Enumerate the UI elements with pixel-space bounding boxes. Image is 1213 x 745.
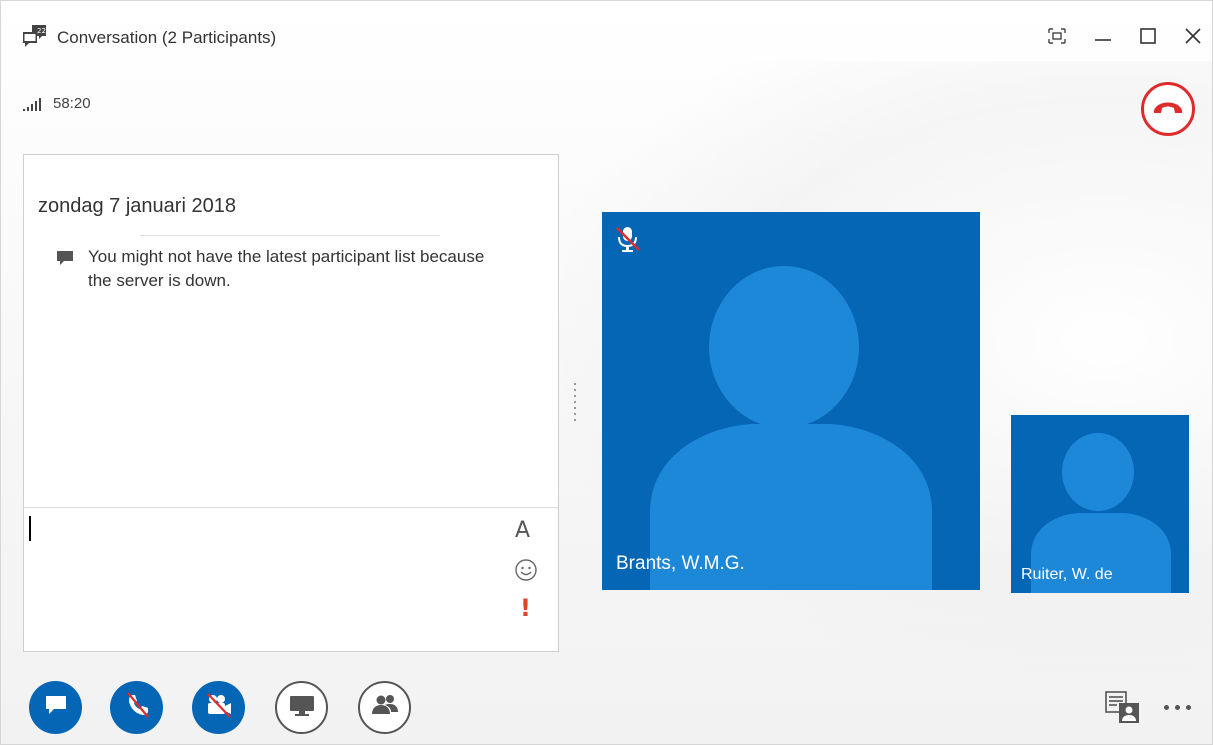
svg-text:22: 22 — [37, 27, 46, 35]
audio-muted-icon — [122, 690, 152, 725]
system-message-icon — [56, 250, 74, 266]
hang-up-icon — [1152, 98, 1184, 121]
call-timer: 58:20 — [53, 95, 91, 112]
participant-name: Brants, W.M.G. — [616, 553, 745, 574]
im-button[interactable] — [29, 681, 82, 734]
close-icon[interactable] — [1182, 25, 1204, 47]
layout-view-icon[interactable] — [1105, 691, 1141, 725]
conversation-window: 22 Conversation (2 Participants) 58:20 z… — [0, 0, 1213, 745]
present-button[interactable] — [275, 681, 328, 734]
video-off-icon — [204, 691, 234, 724]
window-title: Conversation (2 Participants) — [57, 28, 277, 47]
muted-mic-icon — [614, 224, 642, 254]
maximize-icon[interactable] — [1137, 25, 1159, 47]
participant-name: Ruiter, W. de — [1021, 566, 1113, 583]
instant-message-icon — [44, 694, 68, 721]
video-button[interactable] — [192, 681, 245, 734]
compact-mode-icon[interactable] — [1046, 25, 1068, 47]
chat-history: zondag 7 januari 2018 You might not have… — [24, 155, 558, 507]
important-flag-button[interactable]: ! — [520, 594, 531, 622]
date-divider — [140, 235, 440, 236]
avatar — [650, 266, 932, 590]
text-caret — [29, 516, 31, 541]
more-options-icon[interactable] — [1164, 701, 1196, 713]
conversation-icon: 22 — [22, 23, 48, 49]
minimize-icon[interactable] — [1092, 25, 1114, 47]
present-screen-icon — [288, 693, 316, 722]
emoticon-icon[interactable] — [514, 558, 538, 582]
participants-icon — [370, 692, 400, 723]
font-format-button[interactable]: A — [515, 518, 530, 543]
audio-button[interactable] — [110, 681, 163, 734]
system-message: You might not have the latest participan… — [88, 247, 485, 290]
signal-strength-icon — [23, 97, 43, 111]
chat-panel: zondag 7 januari 2018 You might not have… — [23, 154, 559, 652]
participants-button[interactable] — [358, 681, 411, 734]
chat-date-header: zondag 7 januari 2018 — [38, 195, 236, 217]
hang-up-button[interactable] — [1141, 82, 1195, 136]
title-bar: 22 Conversation (2 Participants) — [1, 1, 1212, 71]
participant-tile-small[interactable]: Ruiter, W. de — [1011, 415, 1189, 593]
message-input[interactable]: A ! — [24, 507, 558, 652]
panel-splitter[interactable] — [574, 383, 578, 425]
participant-tile-main[interactable]: Brants, W.M.G. — [602, 212, 980, 590]
